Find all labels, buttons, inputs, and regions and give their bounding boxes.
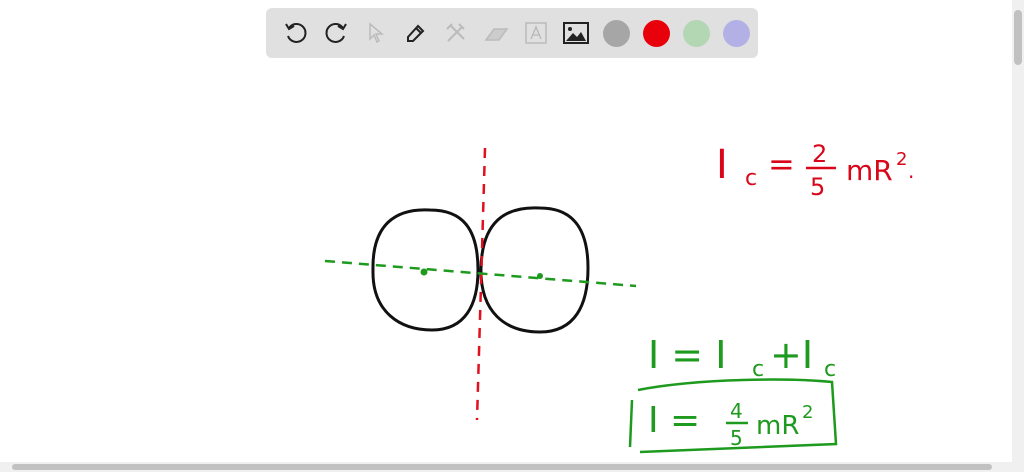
eq1-mr: mR xyxy=(846,154,893,187)
eq1-numerator: 2 xyxy=(812,140,827,168)
eq2-subscript1: c xyxy=(752,357,764,382)
equation-result-boxed: I = 4 5 mR 2 xyxy=(628,378,838,454)
equation-center-moment: I c = 2 5 mR 2 . xyxy=(716,140,914,201)
right-sphere xyxy=(479,206,590,334)
eq1-exponent: 2 xyxy=(896,149,907,170)
eq2-plus-term: +I xyxy=(770,333,813,377)
eq3-mr: mR xyxy=(756,411,799,441)
eq3-denominator: 5 xyxy=(730,426,743,450)
horizontal-scroll-thumb[interactable] xyxy=(12,464,992,470)
eq1-dot: . xyxy=(908,159,914,183)
right-center-dot xyxy=(537,273,543,279)
vertical-scrollbar[interactable] xyxy=(1012,0,1024,462)
eq1-symbol: I xyxy=(716,142,728,188)
eq2-lhs: I = I xyxy=(648,333,726,377)
eq3-numerator: 4 xyxy=(730,399,743,423)
eq1-subscript: c xyxy=(745,166,757,191)
horizontal-scrollbar[interactable] xyxy=(0,462,1024,472)
vertical-scroll-thumb[interactable] xyxy=(1014,10,1022,65)
whiteboard-canvas[interactable]: I c = 2 5 mR 2 . I = I c +I c I = 4 5 mR… xyxy=(0,0,1012,462)
eq2-subscript2: c xyxy=(824,357,836,382)
eq3-lhs: I = xyxy=(648,400,700,441)
eq1-equals: = xyxy=(768,145,795,183)
equation-sum: I = I c +I c xyxy=(648,333,836,382)
eq1-denominator: 5 xyxy=(810,173,825,201)
left-center-dot xyxy=(420,268,428,276)
eq3-exponent: 2 xyxy=(802,402,813,423)
diagram xyxy=(324,147,637,421)
